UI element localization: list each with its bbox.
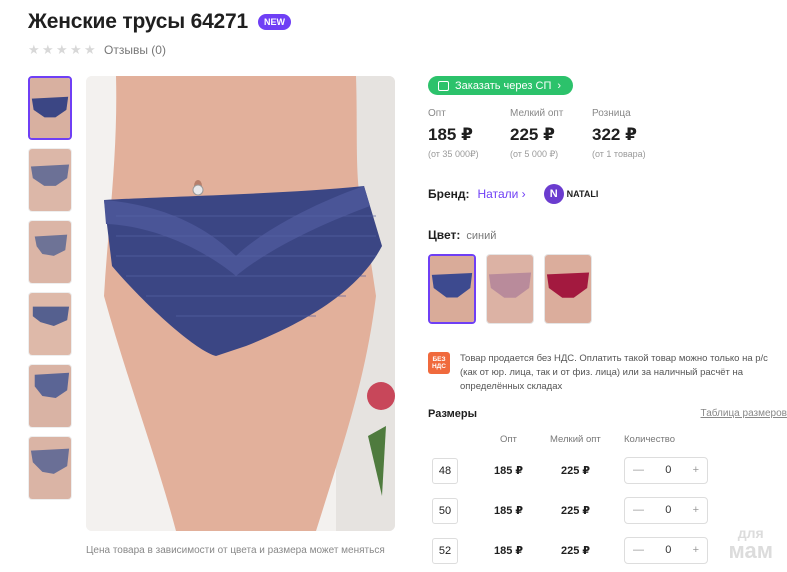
sizes-header: Размеры Таблица размеров <box>428 408 787 420</box>
size-price-small: 225 ₽ <box>561 504 591 517</box>
brand-logo-text: NATALI <box>566 188 599 199</box>
price-note: (от 35 000₽) <box>428 148 479 159</box>
minus-icon[interactable]: — <box>633 504 644 516</box>
brand-logo[interactable]: N NATALI <box>543 183 599 204</box>
price-label: Опт <box>428 107 446 119</box>
main-product-image[interactable] <box>86 76 395 531</box>
thumbnail-list <box>28 76 76 508</box>
price-block: Опт 185 ₽ (от 35 000₽) Мелкий опт 225 ₽ … <box>428 108 787 160</box>
quantity-stepper: — 0 + <box>624 536 708 564</box>
size-price-opt: 185 ₽ <box>494 504 524 517</box>
color-swatch-burgundy[interactable] <box>544 253 592 324</box>
page-title: Женские трусы 64271 <box>28 10 248 33</box>
quantity-stepper: — 0 + <box>624 496 708 524</box>
size-label: 50 <box>432 497 458 524</box>
price-label: Мелкий опт <box>510 107 564 119</box>
reviews-link[interactable]: Отзывы (0) <box>104 43 166 57</box>
plus-icon[interactable]: + <box>693 464 699 476</box>
price-value: 225 ₽ <box>510 124 555 144</box>
order-sp-button[interactable]: Заказать через СП › <box>428 76 574 95</box>
size-label: 52 <box>432 537 458 564</box>
order-sp-label: Заказать через СП <box>455 79 552 92</box>
quantity-value[interactable]: 0 <box>665 504 671 516</box>
brand-logo-icon: N <box>543 183 564 204</box>
thumbnail[interactable] <box>28 148 72 212</box>
price-retail: Розница 322 ₽ (от 1 товара) <box>592 108 674 160</box>
color-value: синий <box>466 229 497 242</box>
bag-icon <box>438 80 449 91</box>
price-label: Розница <box>592 107 631 119</box>
quantity-value[interactable]: 0 <box>665 544 671 556</box>
thumbnail[interactable] <box>28 436 72 500</box>
star-icon: ★ <box>56 42 68 57</box>
color-row: Цвет: синий <box>428 228 787 242</box>
watermark-line2: мам <box>728 538 774 563</box>
sizes-table-header: Опт Мелкий опт Количество <box>428 434 787 448</box>
rating-stars[interactable]: ★ ★ ★ ★ ★ <box>28 42 96 57</box>
star-icon: ★ <box>84 42 96 57</box>
plus-icon[interactable]: + <box>693 544 699 556</box>
thumbnail[interactable] <box>28 220 72 284</box>
star-icon: ★ <box>42 42 54 57</box>
size-price-opt: 185 ₽ <box>494 464 524 477</box>
vat-text: Товар продается без НДС. Оплатить такой … <box>460 352 768 392</box>
price-value: 322 ₽ <box>592 124 637 144</box>
chevron-right-icon: › <box>557 79 562 92</box>
price-value: 185 ₽ <box>428 124 473 144</box>
size-row: 50 185 ₽ 225 ₽ — 0 + <box>428 494 787 528</box>
vat-notice: БЕЗ НДС Товар продается без НДС. Оплатит… <box>428 351 787 394</box>
new-badge: NEW <box>258 14 291 30</box>
size-price-small: 225 ₽ <box>561 464 591 477</box>
star-icon: ★ <box>28 42 40 57</box>
price-small-wholesale: Мелкий опт 225 ₽ (от 5 000 ₽) <box>510 108 592 160</box>
color-swatches <box>428 253 787 324</box>
plus-icon[interactable]: + <box>693 504 699 516</box>
brand-link[interactable]: Натали › <box>478 187 526 201</box>
quantity-value[interactable]: 0 <box>665 464 671 476</box>
brand-name: Натали <box>477 186 519 201</box>
brand-label: Бренд: <box>428 186 470 201</box>
minus-icon[interactable]: — <box>633 544 644 556</box>
quantity-stepper: — 0 + <box>624 456 708 484</box>
product-info: Заказать через СП › Опт 185 ₽ (от 35 000… <box>428 76 787 568</box>
price-note: (от 5 000 ₽) <box>510 148 559 159</box>
star-icon: ★ <box>70 42 82 57</box>
thumbnail[interactable] <box>28 292 72 356</box>
sizes-title: Размеры <box>428 407 478 420</box>
color-swatch-blue[interactable] <box>428 253 476 324</box>
size-label: 48 <box>432 457 458 484</box>
minus-icon[interactable]: — <box>633 464 644 476</box>
color-label: Цвет: <box>428 227 461 242</box>
watermark: для мам <box>728 524 774 563</box>
price-note: (от 1 товара) <box>592 148 646 159</box>
size-price-opt: 185 ₽ <box>494 544 524 557</box>
thumbnail[interactable] <box>28 364 72 428</box>
thumbnail[interactable] <box>28 76 72 140</box>
brand-row: Бренд: Натали › N NATALI <box>428 183 787 204</box>
color-swatch-pink[interactable] <box>486 253 534 324</box>
size-table-link[interactable]: Таблица размеров <box>701 408 787 420</box>
size-price-small: 225 ₽ <box>561 544 591 557</box>
price-wholesale: Опт 185 ₽ (от 35 000₽) <box>428 108 510 160</box>
title-row: Женские трусы 64271 NEW <box>28 10 291 34</box>
col-small-opt: Мелкий опт <box>550 433 601 445</box>
price-caption: Цена товара в зависимости от цвета и раз… <box>86 545 385 556</box>
no-vat-icon: БЕЗ НДС <box>428 351 450 374</box>
rating-row: ★ ★ ★ ★ ★ Отзывы (0) <box>28 43 166 57</box>
col-qty: Количество <box>624 433 676 445</box>
size-row: 48 185 ₽ 225 ₽ — 0 + <box>428 454 787 488</box>
col-opt: Опт <box>500 433 517 445</box>
